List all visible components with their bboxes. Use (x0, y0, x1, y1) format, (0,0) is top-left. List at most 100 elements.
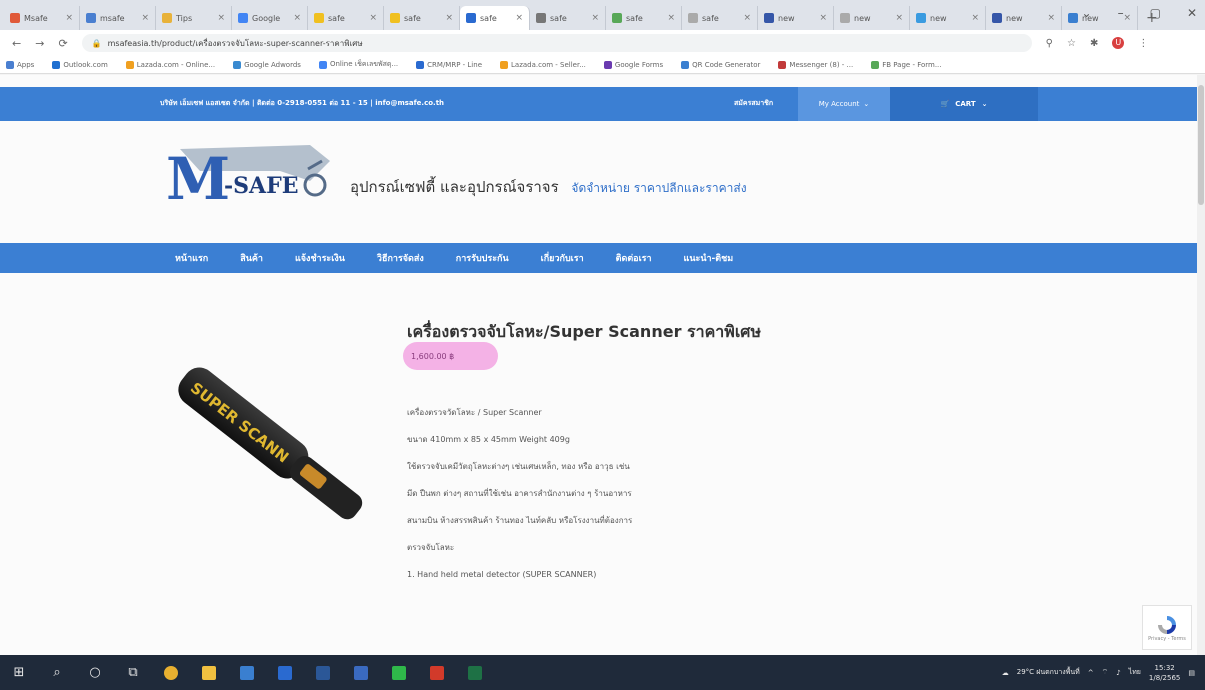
nav-item[interactable]: ติดต่อเรา (616, 251, 652, 265)
word-icon[interactable] (304, 655, 342, 690)
close-icon[interactable]: × (1047, 13, 1055, 23)
tagline-text: อุปกรณ์เซฟตี้ และอุปกรณ์จราจร (350, 178, 559, 196)
bookmark-item[interactable]: Lazada.com - Seller... (500, 60, 586, 69)
signup-link[interactable]: สมัครสมาชิก (734, 98, 773, 109)
notification-icon[interactable]: ▤ (1188, 669, 1195, 677)
language-indicator[interactable]: ไทย (1129, 667, 1141, 678)
browser-tab[interactable]: safe × (530, 6, 606, 30)
nav-item[interactable]: แนะนำ-ติชม (684, 251, 734, 265)
bookmark-favicon (681, 60, 690, 69)
files-icon[interactable] (342, 655, 380, 690)
browser-tab[interactable]: new × (986, 6, 1062, 30)
nav-item[interactable]: สินค้า (240, 251, 263, 265)
browser-tab[interactable]: Google × (232, 6, 308, 30)
close-icon[interactable]: × (217, 13, 225, 23)
cortana-icon[interactable]: ○ (76, 655, 114, 690)
close-icon[interactable]: × (445, 13, 453, 23)
browser-tab[interactable]: safe × (606, 6, 682, 30)
nav-item[interactable]: เกี่ยวกับเรา (541, 251, 584, 265)
close-icon[interactable]: × (971, 13, 979, 23)
explorer-icon[interactable] (190, 655, 228, 690)
volume-icon[interactable]: ♪ (1116, 669, 1120, 677)
clock[interactable]: 15:32 1/8/2565 (1149, 663, 1180, 683)
product-image[interactable]: SUPER SCANN (158, 365, 388, 539)
bookmark-item[interactable]: Google Adwords (233, 60, 301, 69)
tab-search-icon[interactable]: ⌄ (1082, 6, 1092, 20)
tab-favicon (162, 13, 172, 23)
weather-icon[interactable]: ☁ (1002, 669, 1009, 677)
bookmark-favicon (52, 60, 61, 69)
browser-tab[interactable]: new × (834, 6, 910, 30)
bookmark-item[interactable]: Outlook.com (52, 60, 108, 69)
task-view-icon[interactable]: ⧉ (114, 655, 152, 690)
reload-icon[interactable]: ⟳ (58, 37, 67, 50)
browser-tab[interactable]: Tips × (156, 6, 232, 30)
close-icon[interactable]: × (141, 13, 149, 23)
acrobat-icon[interactable] (418, 655, 456, 690)
browser-tab[interactable]: safe × (308, 6, 384, 30)
browser-tab[interactable]: safe × (682, 6, 758, 30)
excel-icon[interactable] (456, 655, 494, 690)
close-icon[interactable]: × (895, 13, 903, 23)
bookmark-item[interactable]: Messenger (8) - ... (778, 60, 853, 69)
back-icon[interactable]: ← (12, 37, 21, 50)
tab-title: safe (328, 13, 345, 23)
nav-item[interactable]: วิธีการจัดส่ง (377, 251, 424, 265)
bookmark-item[interactable]: Apps (6, 60, 34, 69)
bookmark-item[interactable]: QR Code Generator (681, 60, 760, 69)
browser-tab[interactable]: msafe × (80, 6, 156, 30)
close-icon[interactable]: × (65, 13, 73, 23)
browser-tab[interactable]: new × (758, 6, 834, 30)
browser-tab[interactable]: safe × (384, 6, 460, 30)
browser-tab[interactable]: Msafe × (4, 6, 80, 30)
browser-tab[interactable]: new × (910, 6, 986, 30)
maximize-icon[interactable]: ▢ (1150, 6, 1161, 20)
tagline-blue: จัดจำหน่าย ราคาปลีกและราคาส่ง (571, 181, 747, 195)
bookmark-favicon (416, 60, 425, 69)
close-icon[interactable]: × (819, 13, 827, 23)
recaptcha-badge[interactable]: Privacy - Terms (1142, 605, 1192, 650)
close-icon[interactable]: × (293, 13, 301, 23)
close-icon[interactable]: × (515, 13, 523, 23)
close-window-icon[interactable]: ✕ (1187, 6, 1197, 20)
network-icon[interactable]: ⌔ (1102, 668, 1109, 677)
close-icon[interactable]: × (591, 13, 599, 23)
store-icon[interactable] (228, 655, 266, 690)
profile-avatar[interactable]: U (1112, 37, 1125, 49)
bookmark-item[interactable]: FB Page - Form... (871, 60, 942, 69)
site-logo[interactable]: M -SAFE (160, 141, 340, 213)
line-icon[interactable] (380, 655, 418, 690)
my-account-button[interactable]: My Account ⌄ (798, 87, 890, 121)
browser-tab[interactable]: safe × (460, 6, 530, 30)
star-icon[interactable]: ☆ (1067, 38, 1076, 49)
chrome-icon[interactable] (152, 655, 190, 690)
bookmark-item[interactable]: CRM/MRP - Line (416, 60, 482, 69)
close-icon[interactable]: × (667, 13, 675, 23)
url-input[interactable]: 🔒 msafeasia.th/product/เครื่องตรวจจับโลห… (81, 34, 1032, 52)
cart-button[interactable]: 🛒 CART ⌄ (890, 87, 1038, 121)
menu-icon[interactable]: ⋮ (1138, 38, 1148, 49)
zoom-icon[interactable]: ⚲ (1046, 38, 1053, 49)
nav-item[interactable]: แจ้งชำระเงิน (295, 251, 345, 265)
browser-tab-bar: Msafe × msafe × Tips × Google × safe × safe × safe × s… (0, 0, 1205, 30)
bookmark-item[interactable]: Google Forms (603, 60, 663, 69)
bookmark-item[interactable]: Lazada.com - Online... (125, 60, 215, 69)
puzzle-icon[interactable]: ✱ (1090, 38, 1098, 49)
start-windows-icon[interactable]: ⊞ (0, 655, 38, 690)
mail-icon[interactable] (266, 655, 304, 690)
nav-item[interactable]: หน้าแรก (175, 251, 208, 265)
web-page: บริษัท เอ็มเซฟ แอสเซต จำกัด | ติดต่อ 0-2… (0, 75, 1205, 655)
description-line: สนามบิน ห้างสรรพสินค้า ร้านทอง ไนท์คลับ … (407, 516, 633, 525)
nav-item[interactable]: การรับประกัน (456, 251, 509, 265)
chevron-up-icon[interactable]: ^ (1088, 669, 1094, 677)
forward-icon[interactable]: → (35, 37, 44, 50)
page-scrollbar[interactable] (1197, 75, 1205, 655)
scrollbar-thumb[interactable] (1198, 85, 1204, 205)
search-icon[interactable]: ⌕ (38, 655, 76, 690)
bookmark-item[interactable]: Online เช็คเลขพัสดุ... (318, 59, 398, 70)
weather-text[interactable]: 29°C ฝนตกบางพื้นที่ (1017, 667, 1080, 678)
close-icon[interactable]: × (743, 13, 751, 23)
close-icon[interactable]: × (369, 13, 377, 23)
minimize-icon[interactable]: – (1118, 6, 1124, 20)
bookmark-label: CRM/MRP - Line (427, 60, 482, 69)
